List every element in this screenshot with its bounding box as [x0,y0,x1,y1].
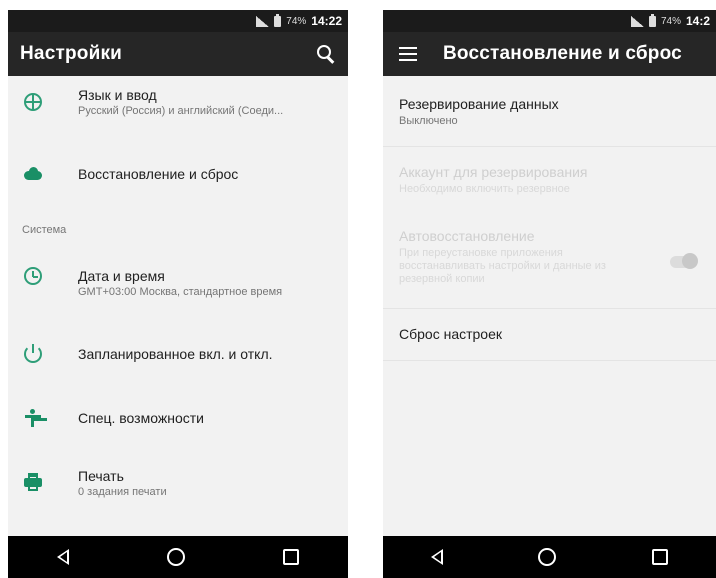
settings-item-title: Спец. возможности [78,410,204,426]
print-icon [24,473,42,491]
settings-screen: 74% 14:22 Настройки Язык и ввод Русский … [8,10,348,578]
search-icon[interactable] [314,42,338,66]
navigation-bar [8,536,348,578]
home-icon[interactable] [538,548,557,566]
battery-percent: 74% [286,15,307,27]
backup-reset-list: Резервирование данных Выключено Аккаунт … [383,76,716,536]
status-bar: 74% 14:2 [383,10,716,32]
setting-title: Резервирование данных [399,96,559,112]
status-bar: 74% 14:22 [8,10,348,32]
status-time: 14:22 [311,14,342,28]
app-bar: Настройки [8,32,348,76]
status-time: 14:2 [685,14,710,28]
clock-icon [24,267,42,285]
recent-apps-icon[interactable] [283,549,299,565]
battery-icon [274,13,282,27]
setting-title: Аккаунт для резервирования [399,164,588,180]
power-icon [24,344,42,363]
home-icon[interactable] [167,548,185,566]
setting-auto-restore: Автовосстановление При переустановке при… [399,228,646,286]
settings-item-subtitle: Русский (Россия) и английский (Соеди... [78,105,284,117]
back-icon[interactable] [57,549,69,565]
backup-reset-screen: 74% 14:2 Восстановление и сброс Резервир… [383,10,716,578]
back-icon[interactable] [430,549,443,565]
navigation-bar [383,536,716,578]
battery-percent: 74% [660,15,681,27]
settings-item-title: Восстановление и сброс [78,166,239,182]
setting-factory-reset[interactable]: Сброс настроек [399,326,706,342]
setting-subtitle: Необходимо включить резервное [399,183,570,195]
setting-subtitle: При переустановке приложения восстанавли… [399,247,606,285]
divider [383,360,716,361]
divider [383,146,716,147]
recent-apps-icon[interactable] [652,549,669,565]
page-title: Настройки [20,43,123,64]
settings-item-title: Печать [78,468,124,484]
accessibility-icon [24,409,42,427]
cloud-icon [24,165,42,183]
setting-title: Автовосстановление [399,228,535,244]
divider [383,308,716,309]
settings-item-title: Запланированное вкл. и откл. [78,346,273,362]
page-title: Восстановление и сброс [443,43,682,64]
settings-item-title: Дата и время [78,268,165,284]
menu-icon[interactable] [399,47,417,61]
setting-title: Сброс настроек [399,326,503,342]
signal-icon [256,15,270,27]
auto-restore-toggle [670,253,698,269]
globe-icon [24,93,42,111]
settings-list: Язык и ввод Русский (Россия) и английски… [8,76,348,536]
battery-icon [648,13,656,27]
app-bar: Восстановление и сброс [383,32,716,76]
settings-item-subtitle: GMT+03:00 Москва, стандартное время [78,286,283,298]
section-header-system: Система [22,224,67,236]
setting-backup-data[interactable]: Резервирование данных Выключено [399,96,706,128]
setting-subtitle: Выключено [399,115,458,127]
setting-backup-account: Аккаунт для резервирования Необходимо вк… [399,164,706,196]
settings-item-title: Язык и ввод [78,87,157,103]
settings-item-subtitle: 0 задания печати [78,486,167,498]
signal-icon [630,15,644,27]
